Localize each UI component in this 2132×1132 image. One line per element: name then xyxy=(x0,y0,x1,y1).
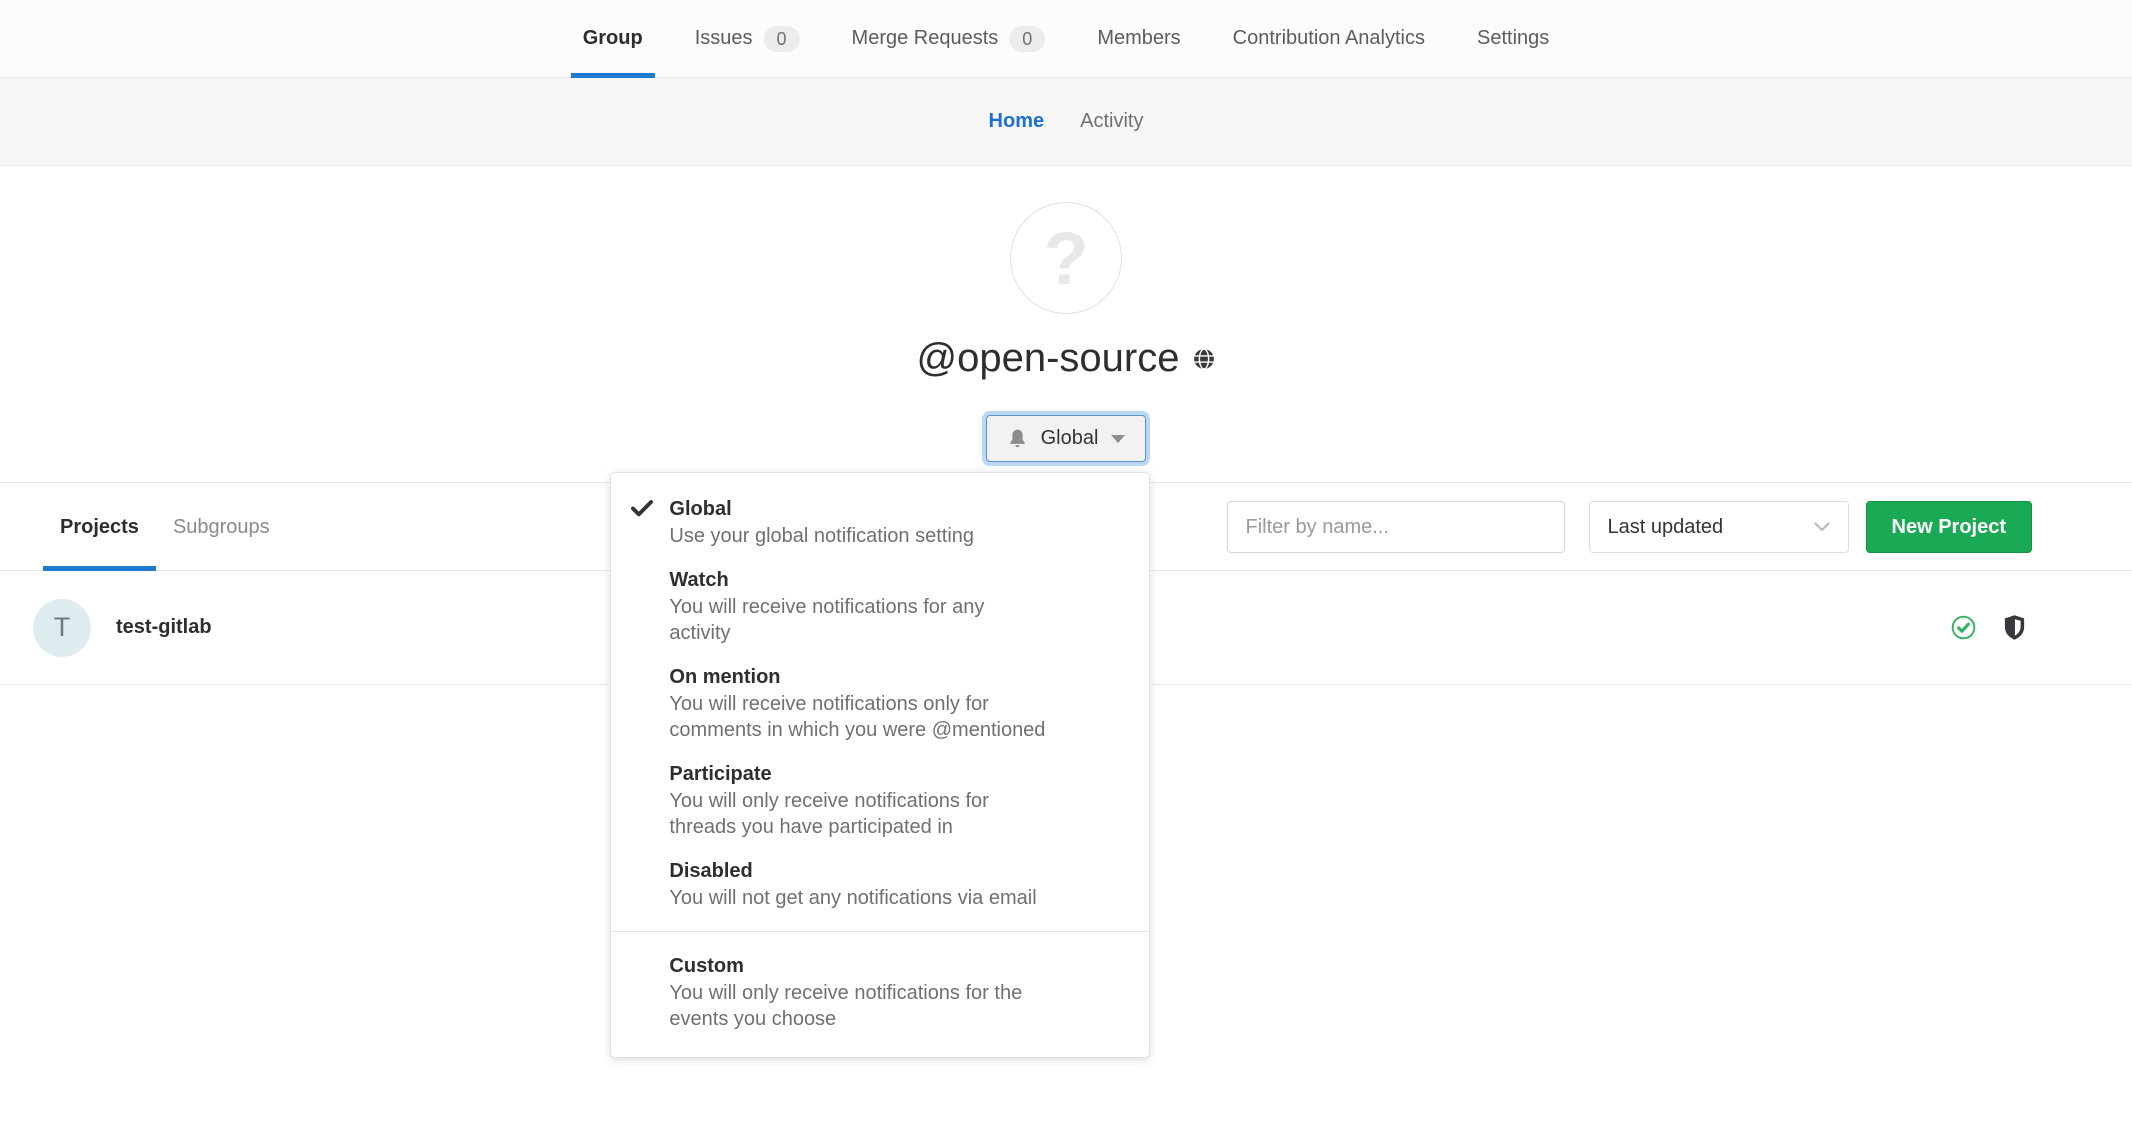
dropdown-item-desc: You will not get any notifications via e… xyxy=(669,885,1119,911)
dropdown-item-title: Custom xyxy=(669,953,1119,980)
nav-item-label: Contribution Analytics xyxy=(1233,27,1425,50)
nav-item-label: Issues xyxy=(695,27,753,50)
group-title: @open-source xyxy=(0,336,2132,381)
nav-item-members[interactable]: Members xyxy=(1071,0,1206,77)
group-sub-nav: Home Activity xyxy=(0,78,2132,166)
dropdown-divider xyxy=(611,931,1149,932)
issues-count-badge: 0 xyxy=(764,26,800,52)
tab-subgroups[interactable]: Subgroups xyxy=(156,483,287,571)
nav-item-settings[interactable]: Settings xyxy=(1451,0,1575,77)
project-name-link[interactable]: test-gitlab xyxy=(116,616,212,639)
project-row-icons xyxy=(1951,615,2025,640)
filter-by-name-input[interactable] xyxy=(1227,501,1565,553)
merge-requests-count-badge: 0 xyxy=(1009,26,1045,52)
dropdown-item-desc: You will receive notifications only for … xyxy=(669,691,1119,743)
chevron-down-icon xyxy=(1814,522,1830,532)
tab-label: Subgroups xyxy=(173,516,270,539)
notification-setting-button[interactable]: Global xyxy=(986,415,1147,462)
nav-item-label: Merge Requests xyxy=(852,27,999,50)
globe-icon xyxy=(1193,348,1215,370)
dropdown-item-disabled[interactable]: Disabled You will not get any notificati… xyxy=(611,849,1149,920)
project-avatar: T xyxy=(33,599,91,657)
caret-down-icon xyxy=(1111,435,1125,443)
tab-projects[interactable]: Projects xyxy=(43,483,156,571)
subnav-item-activity[interactable]: Activity xyxy=(1062,110,1161,133)
check-circle-icon xyxy=(1951,615,1976,640)
tab-label: Projects xyxy=(60,516,139,539)
project-avatar-initial: T xyxy=(54,612,71,643)
dropdown-item-desc: You will only receive notifications for … xyxy=(669,788,1119,840)
dropdown-item-title: Global xyxy=(669,496,1119,523)
dropdown-item-participate[interactable]: Participate You will only receive notifi… xyxy=(611,752,1149,849)
nav-item-contribution-analytics[interactable]: Contribution Analytics xyxy=(1207,0,1451,77)
group-name: @open-source xyxy=(917,336,1180,381)
dropdown-item-on-mention[interactable]: On mention You will receive notification… xyxy=(611,655,1149,752)
dropdown-item-title: Participate xyxy=(669,761,1119,788)
bell-icon xyxy=(1007,428,1028,449)
check-icon xyxy=(631,500,653,522)
sort-dropdown[interactable]: Last updated xyxy=(1589,501,1849,553)
nav-item-label: Members xyxy=(1097,27,1180,50)
dropdown-item-desc: You will only receive notifications for … xyxy=(669,980,1119,1032)
nav-item-label: Group xyxy=(583,27,643,50)
dropdown-item-desc: You will receive notifications for any a… xyxy=(669,594,1119,646)
group-avatar: ? xyxy=(1010,202,1122,314)
subnav-item-home[interactable]: Home xyxy=(971,110,1063,133)
dropdown-item-title: Watch xyxy=(669,567,1119,594)
dropdown-item-custom[interactable]: Custom You will only receive notificatio… xyxy=(611,944,1149,1041)
dropdown-item-title: On mention xyxy=(669,664,1119,691)
nav-item-issues[interactable]: Issues 0 xyxy=(669,0,826,77)
shield-icon xyxy=(2004,615,2025,640)
sort-selected-value: Last updated xyxy=(1608,516,1724,539)
nav-item-merge-requests[interactable]: Merge Requests 0 xyxy=(826,0,1072,77)
dropdown-item-title: Disabled xyxy=(669,858,1119,885)
group-header: ? @open-source Global xyxy=(0,166,2132,483)
new-project-button[interactable]: New Project xyxy=(1866,501,2032,553)
dropdown-item-desc: Use your global notification setting xyxy=(669,523,1119,549)
nav-item-group[interactable]: Group xyxy=(557,0,669,77)
question-mark-avatar: ? xyxy=(1043,216,1088,301)
notification-setting-label: Global xyxy=(1041,427,1099,450)
group-nav-bar: Group Issues 0 Merge Requests 0 Members … xyxy=(0,0,2132,78)
dropdown-item-watch[interactable]: Watch You will receive notifications for… xyxy=(611,558,1149,655)
dropdown-item-global[interactable]: Global Use your global notification sett… xyxy=(611,487,1149,558)
nav-item-label: Settings xyxy=(1477,27,1549,50)
notification-dropdown-menu: Global Use your global notification sett… xyxy=(610,472,1150,1058)
